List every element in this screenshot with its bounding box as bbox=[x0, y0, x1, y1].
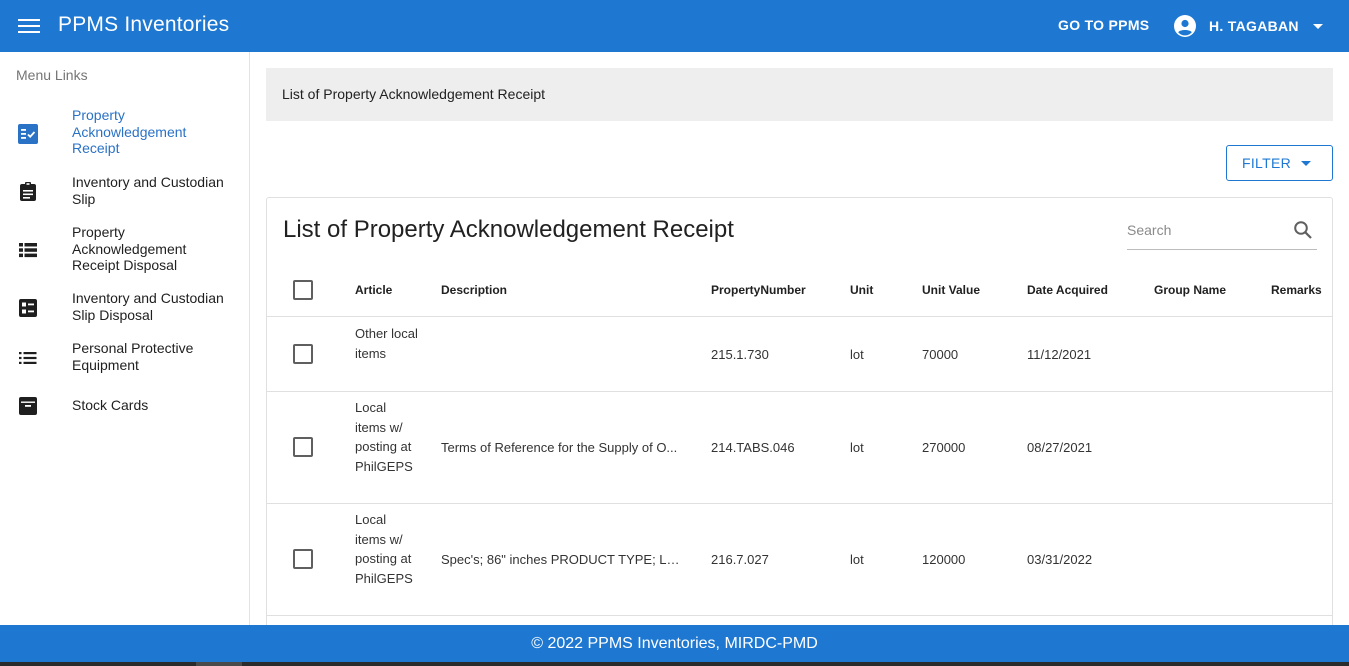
sidebar-item-label: Property Acknowledgement Receipt Disposa… bbox=[72, 224, 187, 274]
table-row[interactable]: Local items w/ posting at PhilGEPS Terms… bbox=[267, 392, 1332, 504]
row-checkbox[interactable] bbox=[293, 437, 313, 457]
taskbar-item bbox=[196, 662, 242, 666]
row-checkbox[interactable] bbox=[293, 344, 313, 364]
sidebar-item-label: Stock Cards bbox=[72, 397, 149, 413]
hamburger-menu-icon[interactable] bbox=[18, 16, 40, 36]
sidebar-item-label: Property Acknowledgement Receipt bbox=[72, 107, 187, 157]
footer: © 2022 PPMS Inventories, MIRDC-PMD bbox=[0, 625, 1349, 662]
sidebar: Menu Links Property Acknowledgement Rece… bbox=[0, 52, 250, 625]
cell-unit: lot bbox=[850, 552, 864, 567]
cell-article: Local items w/ posting at PhilGEPS bbox=[355, 400, 413, 474]
sidebar-item-label: Personal Protective Equipment bbox=[72, 340, 194, 373]
cell-date-acquired: 08/27/2021 bbox=[1027, 440, 1093, 455]
cell-property-number: 214.TABS.046 bbox=[711, 440, 795, 455]
column-header-article[interactable]: Article bbox=[355, 283, 392, 297]
column-header-unit[interactable]: Unit bbox=[850, 283, 873, 297]
view-list-icon bbox=[19, 243, 37, 258]
checklist-icon bbox=[18, 124, 38, 144]
page-title: List of Property Acknowledgement Receipt bbox=[283, 216, 734, 243]
filter-button[interactable]: FILTER bbox=[1226, 145, 1333, 181]
sidebar-header: Menu Links bbox=[16, 67, 88, 83]
cell-description: Spec's; 86" inches PRODUCT TYPE; LED,... bbox=[441, 552, 681, 567]
user-name: H. TAGABAN bbox=[1209, 18, 1299, 34]
account-circle-icon bbox=[1174, 15, 1196, 37]
column-header-group-name[interactable]: Group Name bbox=[1154, 283, 1226, 297]
cell-article: Local items w/ posting at PhilGEPS bbox=[355, 512, 413, 586]
sidebar-item-inventory-and-custodian-slip-disposal[interactable]: Inventory and Custodian Slip Disposal bbox=[0, 288, 249, 328]
column-header-remarks[interactable]: Remarks bbox=[1271, 283, 1322, 297]
clipboard-icon bbox=[20, 182, 36, 201]
column-header-date-acquired[interactable]: Date Acquired bbox=[1027, 283, 1108, 297]
row-checkbox[interactable] bbox=[293, 549, 313, 569]
app-bar: PPMS Inventories GO TO PPMS H. TAGABAN bbox=[0, 0, 1349, 52]
select-all-checkbox[interactable] bbox=[293, 280, 313, 300]
chevron-down-icon bbox=[1301, 161, 1311, 166]
table-header: Article Description PropertyNumber Unit … bbox=[267, 264, 1332, 317]
sidebar-item-personal-protective-equipment[interactable]: Personal Protective Equipment bbox=[0, 338, 249, 378]
sidebar-item-inventory-and-custodian-slip[interactable]: Inventory and Custodian Slip bbox=[0, 172, 249, 212]
cell-date-acquired: 03/31/2022 bbox=[1027, 552, 1093, 567]
sidebar-item-property-acknowledgement-receipt-disposal[interactable]: Property Acknowledgement Receipt Disposa… bbox=[0, 222, 249, 278]
cell-article: Other local items bbox=[355, 326, 418, 361]
column-header-unit-value[interactable]: Unit Value bbox=[922, 283, 980, 297]
sidebar-item-property-acknowledgement-receipt[interactable]: Property Acknowledgement Receipt bbox=[0, 106, 249, 162]
list-icon bbox=[19, 352, 37, 364]
go-to-ppms-button[interactable]: GO TO PPMS bbox=[1058, 17, 1149, 33]
table-card: List of Property Acknowledgement Receipt… bbox=[266, 197, 1333, 637]
user-menu-button[interactable]: H. TAGABAN bbox=[1173, 14, 1323, 38]
cell-description: Terms of Reference for the Supply of O..… bbox=[441, 440, 678, 455]
app-title: PPMS Inventories bbox=[58, 13, 230, 36]
search-icon[interactable] bbox=[1293, 220, 1313, 240]
search-input[interactable] bbox=[1127, 221, 1287, 239]
cell-date-acquired: 11/12/2021 bbox=[1027, 347, 1092, 362]
main-content: List of Property Acknowledgement Receipt… bbox=[250, 52, 1349, 637]
sidebar-item-stock-cards[interactable]: Stock Cards bbox=[0, 388, 249, 424]
breadcrumb-text: List of Property Acknowledgement Receipt bbox=[282, 86, 546, 102]
column-header-description[interactable]: Description bbox=[441, 283, 507, 297]
cell-unit-value: 270000 bbox=[922, 440, 966, 455]
cell-property-number: 216.7.027 bbox=[711, 552, 769, 567]
cell-unit-value: 70000 bbox=[922, 347, 959, 362]
cell-unit: lot bbox=[850, 440, 864, 455]
search-field bbox=[1127, 214, 1317, 250]
filter-label: FILTER bbox=[1242, 155, 1291, 171]
sidebar-item-label: Inventory and Custodian Slip Disposal bbox=[72, 290, 224, 323]
cell-property-number: 215.1.730 bbox=[711, 347, 769, 362]
list-alt-icon bbox=[19, 299, 37, 317]
breadcrumb: List of Property Acknowledgement Receipt bbox=[266, 68, 1333, 121]
column-header-property-number[interactable]: PropertyNumber bbox=[711, 283, 806, 297]
cell-unit-value: 120000 bbox=[922, 552, 966, 567]
sidebar-item-label: Inventory and Custodian Slip bbox=[72, 174, 224, 207]
chevron-down-icon bbox=[1312, 23, 1323, 29]
archive-icon bbox=[19, 397, 37, 415]
table-row[interactable]: Local items w/ posting at PhilGEPS Spec'… bbox=[267, 504, 1332, 616]
table-row[interactable]: Other local items 215.1.730 lot 70000 11… bbox=[267, 318, 1332, 392]
taskbar-strip bbox=[0, 662, 1349, 666]
cell-unit: lot bbox=[850, 347, 864, 362]
